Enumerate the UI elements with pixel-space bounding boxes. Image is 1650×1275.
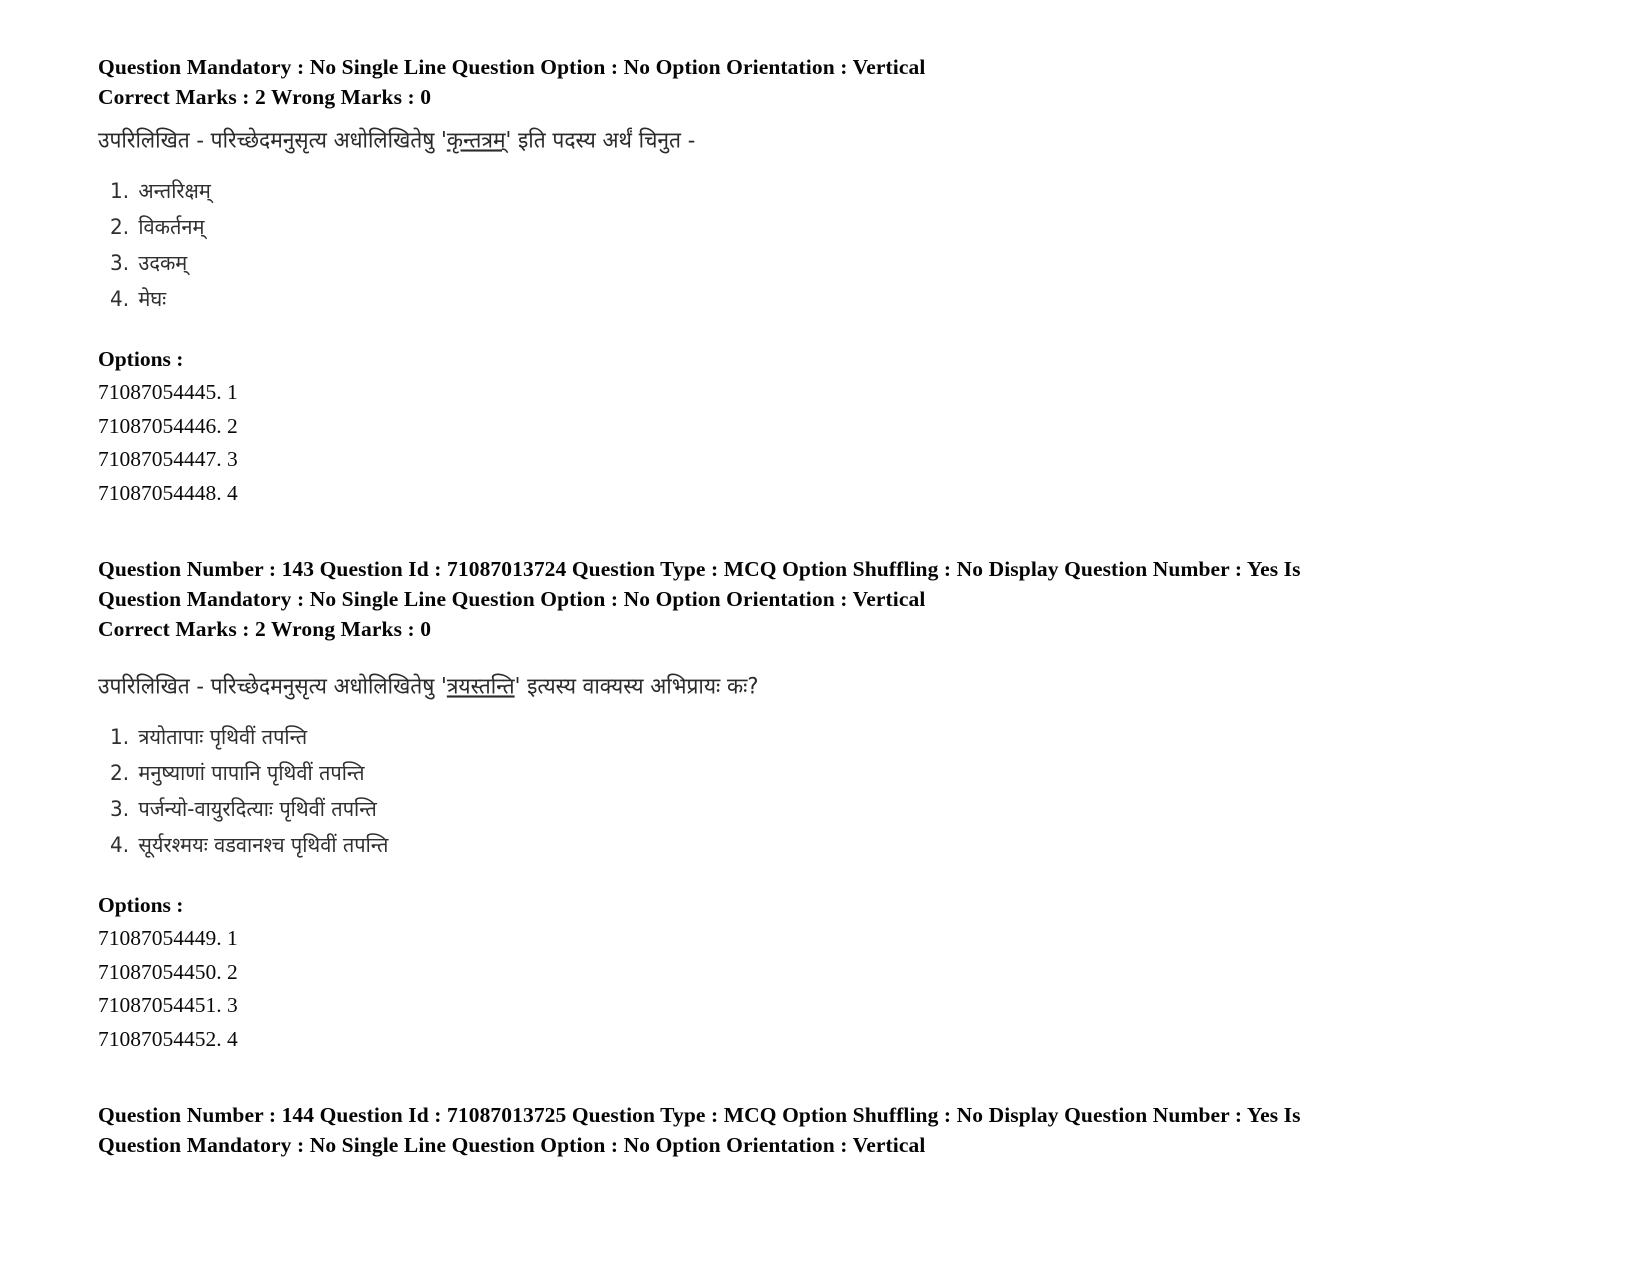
options-label: Options :	[98, 893, 184, 917]
answer-choice-text: मेघः	[138, 286, 167, 312]
question-stem: उपरिलिखित - परिच्छेदमनुसृत्य अधोलिखितेषु…	[98, 670, 1438, 702]
answer-choice-list: 1. अन्तरिक्षम् 2. विकर्तनम् 3. उदकम् 4. …	[110, 172, 1438, 316]
option-id: 71087054448. 4	[98, 480, 238, 505]
answer-choice-text: त्रयोतापाः पृथिवीं तपन्ति	[138, 724, 308, 750]
answer-choice: 3. उदकम्	[110, 244, 1438, 282]
answer-choice-number: 4.	[110, 832, 130, 858]
stem-suffix: ' इत्यस्य वाक्यस्य अभिप्रायः कः?	[514, 673, 759, 699]
page-content: Question Mandatory : No Single Line Ques…	[98, 52, 1438, 1160]
question-meta: Question Number : 144 Question Id : 7108…	[98, 1100, 1438, 1160]
stem-quoted-word: त्रयस्तन्ति	[446, 673, 515, 699]
block-separator	[98, 1056, 1438, 1100]
answer-choice-number: 4.	[110, 286, 130, 312]
answer-choice-text: मनुष्याणां पापानि पृथिवीं तपन्ति	[138, 760, 365, 786]
option-id: 71087054447. 3	[98, 447, 238, 471]
option-id: 71087054446. 2	[98, 413, 238, 438]
stem-suffix: ' इति पदस्य अर्थं चिनुत -	[505, 127, 696, 153]
answer-choice-number: 3.	[110, 250, 130, 276]
question-meta-line: Question Mandatory : No Single Line Ques…	[98, 55, 926, 79]
option-id: 71087054450. 2	[98, 959, 238, 984]
answer-choice: 3. पर्जन्यो-वायुरदित्याः पृथिवीं तपन्ति	[110, 790, 1438, 828]
question-meta-line: Question Mandatory : No Single Line Ques…	[98, 1133, 926, 1157]
option-id: 71087054449. 1	[98, 926, 238, 950]
answer-choice-number: 3.	[110, 796, 130, 822]
option-id: 71087054452. 4	[98, 1026, 238, 1051]
answer-choice-text: अन्तरिक्षम्	[138, 178, 211, 204]
options-label: Options :	[98, 347, 184, 371]
answer-choice-text: पर्जन्यो-वायुरदित्याः पृथिवीं तपन्ति	[138, 796, 377, 822]
answer-choice-text: उदकम्	[138, 250, 188, 276]
question-block: Question Mandatory : No Single Line Ques…	[98, 52, 1438, 510]
question-meta-line: Question Number : 144 Question Id : 7108…	[98, 1103, 1301, 1127]
answer-choice: 2. विकर्तनम्	[110, 208, 1438, 246]
answer-choice-number: 2.	[110, 760, 130, 786]
question-block: Question Number : 143 Question Id : 7108…	[98, 554, 1438, 1056]
answer-choice-number: 2.	[110, 214, 130, 240]
option-id: 71087054451. 3	[98, 993, 238, 1017]
question-meta: Question Number : 143 Question Id : 7108…	[98, 554, 1438, 644]
answer-choice-number: 1.	[110, 724, 130, 750]
answer-choice: 4. सूर्यरश्मयः वडवानश्च पृथिवीं तपन्ति	[110, 826, 1438, 864]
answer-choice-text: विकर्तनम्	[138, 214, 205, 240]
question-meta-line: Question Mandatory : No Single Line Ques…	[98, 587, 926, 611]
option-id: 71087054445. 1	[98, 380, 238, 404]
question-meta-line: Correct Marks : 2 Wrong Marks : 0	[98, 617, 432, 641]
answer-choice: 1. त्रयोतापाः पृथिवीं तपन्ति	[110, 718, 1438, 756]
question-meta-line: Question Number : 143 Question Id : 7108…	[98, 557, 1301, 581]
block-separator	[98, 510, 1438, 554]
stem-prefix: उपरिलिखित - परिच्छेदमनुसृत्य अधोलिखितेषु…	[98, 673, 447, 699]
question-meta: Question Mandatory : No Single Line Ques…	[98, 52, 1438, 112]
question-stem: उपरिलिखित - परिच्छेदमनुसृत्य अधोलिखितेषु…	[98, 124, 1438, 156]
document-page: Question Mandatory : No Single Line Ques…	[0, 0, 1650, 1275]
question-meta-line: Correct Marks : 2 Wrong Marks : 0	[98, 85, 432, 109]
stem-quoted-word: कृन्तत्रम्	[446, 127, 506, 153]
answer-choice-number: 1.	[110, 178, 130, 204]
stem-prefix: उपरिलिखित - परिच्छेदमनुसृत्य अधोलिखितेषु…	[98, 127, 447, 153]
answer-choice-text: सूर्यरश्मयः वडवानश्च पृथिवीं तपन्ति	[138, 832, 389, 858]
answer-choice-list: 1. त्रयोतापाः पृथिवीं तपन्ति 2. मनुष्याण…	[110, 718, 1438, 862]
question-block: Question Number : 144 Question Id : 7108…	[98, 1100, 1438, 1160]
answer-choice: 1. अन्तरिक्षम्	[110, 172, 1438, 210]
answer-choice: 2. मनुष्याणां पापानि पृथिवीं तपन्ति	[110, 754, 1438, 792]
answer-choice: 4. मेघः	[110, 280, 1438, 318]
